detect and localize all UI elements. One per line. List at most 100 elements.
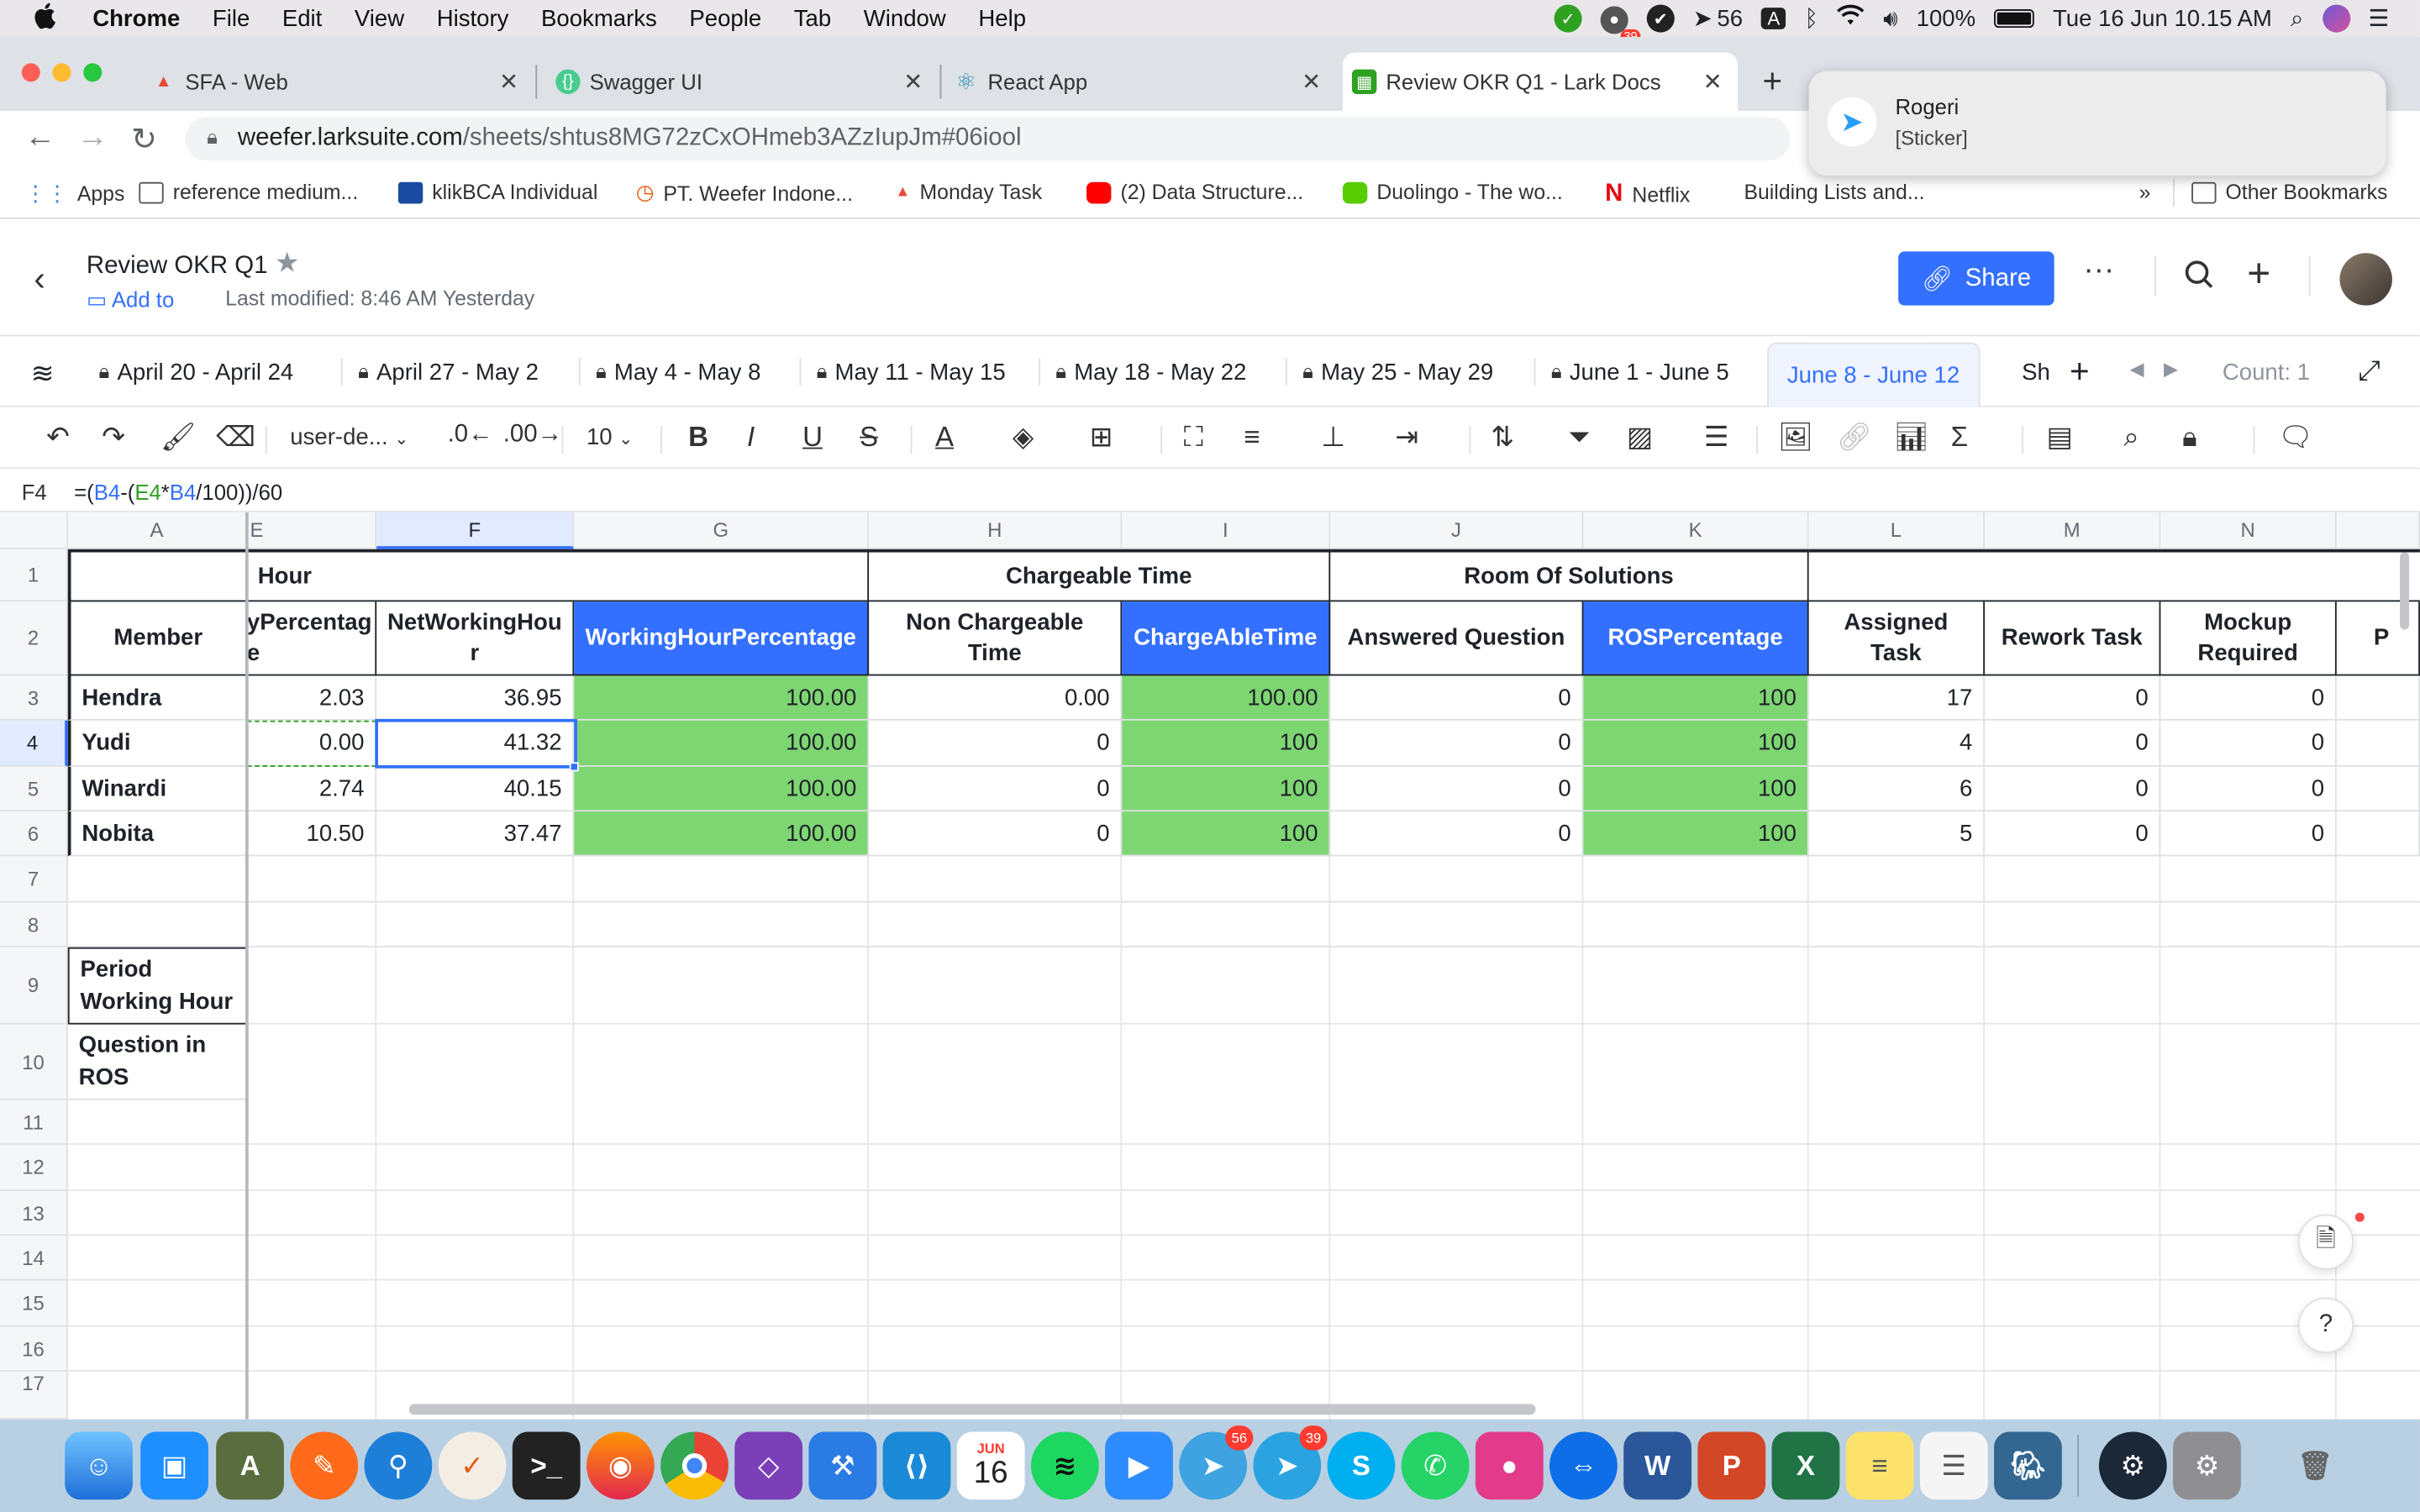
cell-reference[interactable]: F4 (22, 480, 47, 504)
sheet-tab-may-4[interactable]: 🔒︎ May 4 - May 8 (596, 336, 760, 407)
cell-i[interactable]: 100 (1122, 811, 1331, 857)
chrome-icon[interactable] (660, 1431, 729, 1500)
new-tab-button[interactable]: + (1763, 61, 1783, 102)
postgresql-icon[interactable]: 🐘︎ (1994, 1431, 2062, 1500)
sheet-tab-june-8[interactable]: June 8 - June 12 (1767, 342, 1981, 407)
function-sigma-icon[interactable]: Σ (1951, 421, 1968, 454)
column-header-f[interactable]: F (376, 512, 575, 549)
wifi-icon[interactable] (1837, 4, 1865, 33)
member-name[interactable]: Winardi (67, 766, 247, 812)
skype-icon[interactable]: S (1327, 1431, 1396, 1500)
fill-color-icon[interactable]: ◈ (1013, 421, 1034, 454)
cell-j[interactable]: 0 (1330, 720, 1584, 767)
row-header-4[interactable]: 4 (0, 720, 68, 767)
column-header-o[interactable] (2336, 512, 2420, 549)
cell-n[interactable]: 0 (2160, 811, 2337, 857)
zoom-icon[interactable]: ▶ (1105, 1431, 1173, 1500)
cell-m[interactable]: 0 (1984, 811, 2161, 857)
cell-o[interactable] (2336, 720, 2420, 767)
cell-f[interactable]: 36.95 (376, 675, 575, 721)
header-rework-task[interactable]: Rework Task (1984, 601, 2161, 676)
cell-j[interactable]: 0 (1330, 766, 1584, 812)
header-member[interactable]: Member (67, 601, 247, 676)
empty-row[interactable] (67, 902, 2420, 948)
cell-g[interactable]: 100.00 (574, 675, 870, 721)
menu-edit[interactable]: Edit (282, 5, 322, 31)
sheet-tab-april-27[interactable]: 🔒︎ April 27 - May 2 (358, 336, 539, 407)
bluetooth-icon[interactable]: ᛒ (1805, 5, 1819, 31)
cell-h[interactable]: 0 (869, 766, 1123, 812)
row-header-1[interactable]: 1 (0, 549, 68, 602)
member-name[interactable]: Yudi (67, 720, 247, 767)
text-color-icon[interactable]: A (935, 421, 954, 454)
zoom-window-button[interactable] (83, 63, 103, 82)
borders-icon[interactable]: ⊞ (1090, 421, 1113, 454)
cell-g[interactable]: 100.00 (574, 720, 870, 767)
bookmark-other[interactable]: Other Bookmarks (2191, 181, 2387, 203)
add-to-button[interactable]: ▭ Add to (87, 287, 174, 313)
checkmark-icon[interactable]: ✔ (1646, 4, 1675, 33)
browser-tab-sfa[interactable]: ▲ SFA - Web ✕ (142, 52, 534, 111)
close-tab-icon[interactable]: ✕ (903, 68, 923, 96)
column-header-a[interactable]: A (67, 512, 247, 549)
close-tab-icon[interactable]: ✕ (1302, 68, 1321, 96)
notes-icon[interactable]: ≡ (1845, 1431, 1914, 1500)
cell-a1[interactable] (67, 549, 247, 602)
word-icon[interactable]: W (1623, 1431, 1692, 1500)
protect-range-icon[interactable]: 🔒︎ (2182, 421, 2197, 454)
add-sheet-icon[interactable]: + (2070, 352, 2090, 392)
conditional-format-icon[interactable]: ▨ (1627, 421, 1653, 454)
cell-e[interactable]: 2.74 (246, 766, 377, 812)
scroll-tabs-right-icon[interactable]: ▶ (2164, 358, 2178, 380)
cell-n[interactable]: 0 (2160, 766, 2337, 812)
cell-g[interactable]: 100.00 (574, 766, 870, 812)
expand-icon[interactable]: ⤢ (2358, 354, 2380, 387)
row-header-8[interactable]: 8 (0, 902, 68, 948)
system-preferences-icon[interactable]: ⚙ (2173, 1431, 2241, 1500)
cell-n[interactable]: 0 (2160, 720, 2337, 767)
bookmark-apps[interactable]: ⋮⋮ Apps (24, 181, 124, 207)
menu-file[interactable]: File (213, 5, 250, 31)
cell-h[interactable]: 0 (869, 720, 1123, 767)
minimize-window-button[interactable] (52, 63, 71, 82)
lock-icon[interactable]: 🔒︎ (207, 125, 218, 150)
underline-icon[interactable]: U (802, 421, 823, 454)
browser-tab-swagger[interactable]: {} Swagger UI ✕ (546, 52, 939, 111)
row-header-12[interactable]: 12 (0, 1144, 68, 1191)
telegram-icon[interactable]: ➤ 39 (1253, 1425, 1328, 1500)
document-summary-icon[interactable]: 🗎 (2297, 1214, 2354, 1270)
formula-bar[interactable]: F4 =(B4-(E4*B4/100))/60 (0, 469, 2420, 512)
cell-l[interactable]: 6 (1808, 766, 1985, 812)
insert-link-icon[interactable]: 🔗︎ (1837, 421, 1872, 454)
doc-title[interactable]: Review OKR Q1 (87, 253, 268, 281)
reload-icon[interactable]: ↻ (131, 120, 157, 159)
cell-o[interactable] (2336, 766, 2420, 812)
spotlight-search-icon[interactable]: ⌕ (2291, 5, 2303, 31)
star-icon[interactable]: ★ (275, 247, 300, 280)
spotify-icon[interactable]: ≋ (1030, 1431, 1099, 1500)
avatar[interactable] (2339, 253, 2392, 306)
spreadsheet-grid[interactable]: A E F G H I J K L M N 1 2 3 4 5 6 7 8 9 … (0, 512, 2420, 1420)
maps-pin-icon[interactable]: ⚲ (364, 1431, 433, 1500)
group-header-room-of-solutions[interactable]: Room Of Solutions (1330, 549, 1809, 602)
menu-view[interactable]: View (355, 5, 404, 31)
forward-arrow-icon[interactable]: → (77, 120, 108, 155)
cell-i[interactable]: 100 (1122, 720, 1331, 767)
menu-tab[interactable]: Tab (794, 5, 831, 31)
row-header-5[interactable]: 5 (0, 766, 68, 812)
android-studio-icon[interactable]: A (216, 1431, 284, 1500)
input-source-icon[interactable]: A (1761, 8, 1786, 29)
format-painter-icon[interactable]: 🖌︎ (160, 421, 196, 454)
sheet-tab-may-25[interactable]: 🔒︎ May 25 - May 29 (1302, 336, 1493, 407)
sheet-tab-june-1[interactable]: 🔒︎ June 1 - June 5 (1551, 336, 1729, 407)
group-header-chargeable-time[interactable]: Chargeable Time (869, 549, 1331, 602)
cell-j[interactable]: 0 (1330, 675, 1584, 721)
check-status-icon[interactable]: ✓ (1554, 4, 1582, 33)
row-header-10[interactable]: 10 (0, 1024, 68, 1100)
vertical-align-icon[interactable]: ⊥ (1321, 421, 1345, 454)
scroll-tabs-left-icon[interactable]: ◀ (2130, 358, 2144, 380)
clock[interactable]: Tue 16 Jun 10.15 AM (2053, 5, 2272, 31)
header-chargeable-time[interactable]: ChargeAbleTime (1122, 601, 1331, 676)
cell-i[interactable]: 100 (1122, 766, 1331, 812)
control-center-icon[interactable]: ☰ (2369, 5, 2390, 32)
